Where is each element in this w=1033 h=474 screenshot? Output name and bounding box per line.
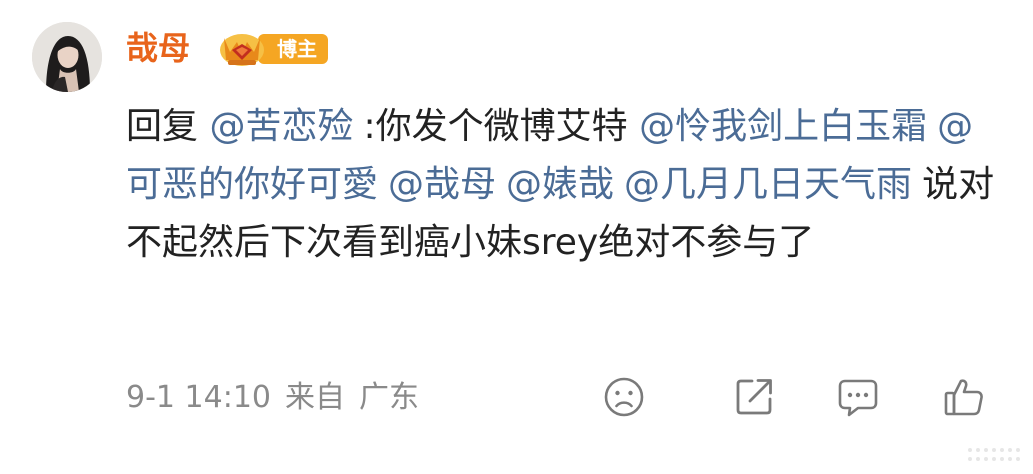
mention-link[interactable]: @几月几日天气雨: [624, 164, 912, 205]
sad-face-icon: [604, 377, 644, 417]
crown-icon: [218, 30, 270, 68]
thumbs-up-icon: [944, 379, 983, 416]
like-button[interactable]: [941, 374, 987, 420]
blogger-badge: 博主: [218, 30, 330, 68]
reply-prefix: 回复: [126, 106, 199, 147]
comment-bubble-icon: [838, 379, 878, 417]
source-label: 来自: [285, 380, 345, 415]
reply-colon-text: :你发个微博艾特: [363, 106, 628, 147]
comment-timestamp: 9-1 14:10: [126, 380, 271, 415]
comment-item: 哉母 博主 回复 @苦恋殓:你发个微博艾特 @怜我剑上白玉霜 @可恶的你好可愛 @哉…: [0, 0, 1033, 473]
dislike-button[interactable]: [601, 374, 647, 420]
mention-reply-target[interactable]: @苦恋殓: [209, 106, 353, 147]
watermark-dots-icon: [960, 440, 1030, 470]
comment-button[interactable]: [835, 374, 881, 420]
comment-body: 回复 @苦恋殓:你发个微博艾特 @怜我剑上白玉霜 @可恶的你好可愛 @哉母 @婊哉 @几…: [126, 98, 1006, 272]
share-icon: [736, 379, 772, 415]
mention-link[interactable]: @怜我剑上白玉霜: [639, 106, 927, 147]
username[interactable]: 哉母: [126, 26, 190, 70]
location-label: 广东: [359, 380, 419, 415]
comment-meta: 9-1 14:10 来自 广东: [126, 378, 419, 418]
mention-link[interactable]: @哉母: [388, 164, 496, 205]
mention-link[interactable]: @婊哉: [506, 164, 614, 205]
share-button[interactable]: [731, 374, 777, 420]
avatar[interactable]: [32, 22, 102, 92]
